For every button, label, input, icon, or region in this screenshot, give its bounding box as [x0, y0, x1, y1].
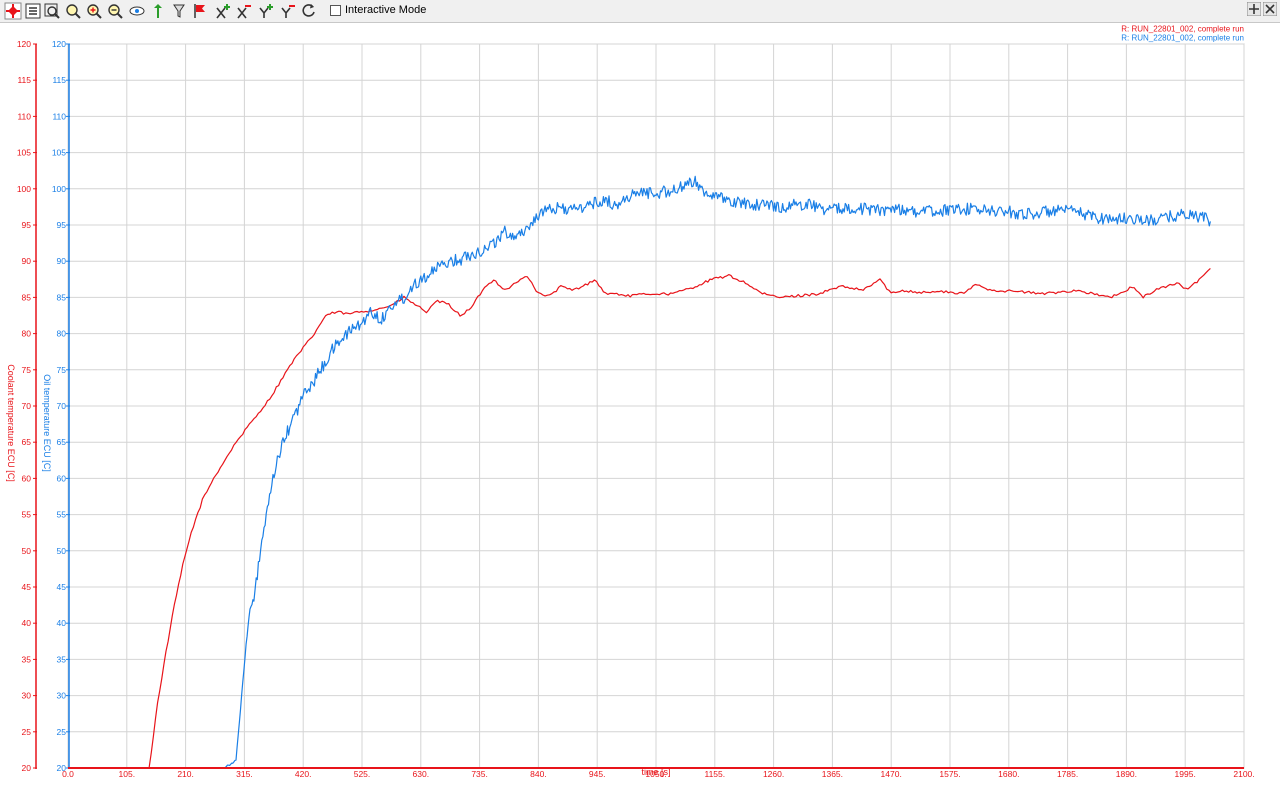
- x-tick-label: 2100.: [1233, 769, 1254, 779]
- y-tick-label-coolant: 90: [22, 256, 32, 266]
- x-axis-title: time [s]: [641, 767, 670, 777]
- y-tick-label-oil: 60: [57, 473, 67, 483]
- y-tick-label-oil: 55: [57, 510, 67, 520]
- y-tick-label-oil: 110: [52, 111, 66, 121]
- y-axis-title-oil: Oil temperature ECU [C]: [42, 374, 52, 472]
- zoom-window-icon[interactable]: [43, 2, 61, 20]
- interactive-mode-label: Interactive Mode: [345, 4, 427, 16]
- y-minus-icon[interactable]: [279, 2, 297, 20]
- x-tick-label: 630.: [413, 769, 430, 779]
- y-tick-label-oil: 120: [52, 39, 66, 49]
- y-tick-label-oil: 80: [57, 329, 67, 339]
- y-tick-label-oil: 95: [57, 220, 67, 230]
- y-tick-label-coolant: 105: [17, 148, 31, 158]
- y-tick-label-coolant: 35: [22, 654, 32, 664]
- pan-y-icon[interactable]: [149, 2, 167, 20]
- x-tick-label: 315.: [236, 769, 253, 779]
- y-tick-label-coolant: 40: [22, 618, 32, 628]
- y-tick-label-coolant: 70: [22, 401, 32, 411]
- y-tick-label-oil: 25: [57, 727, 67, 737]
- x-tick-label: 1890.: [1116, 769, 1137, 779]
- x-tick-label: 1260.: [763, 769, 784, 779]
- y-tick-label-oil: 105: [52, 148, 66, 158]
- x-tick-label: 1365.: [822, 769, 843, 779]
- y-tick-label-oil: 50: [57, 546, 67, 556]
- y-plus-icon[interactable]: [257, 2, 275, 20]
- move-icon[interactable]: [1246, 1, 1262, 17]
- x-tick-label: 735.: [471, 769, 488, 779]
- x-tick-label: 1575.: [939, 769, 960, 779]
- y-tick-label-oil: 115: [52, 75, 66, 85]
- y-tick-label-oil: 85: [57, 292, 67, 302]
- flag-icon[interactable]: [191, 2, 209, 20]
- x-tick-label: 525.: [354, 769, 371, 779]
- y-tick-label-coolant: 120: [17, 39, 31, 49]
- legend-entry-blue: R: RUN_22801_002, complete run: [1121, 34, 1244, 43]
- toolbar: Interactive Mode: [0, 0, 1280, 23]
- y-tick-label-oil: 30: [57, 691, 67, 701]
- zoom-select-icon[interactable]: [64, 2, 82, 20]
- x-tick-label: 1680.: [998, 769, 1019, 779]
- zoom-in-icon[interactable]: [85, 2, 103, 20]
- y-tick-label-oil: 65: [57, 437, 67, 447]
- close-red-icon[interactable]: [4, 2, 22, 20]
- y-tick-label-coolant: 110: [17, 111, 31, 121]
- x-tick-label: 1995.: [1175, 769, 1196, 779]
- y-tick-label-coolant: 85: [22, 292, 32, 302]
- y-tick-label-coolant: 45: [22, 582, 32, 592]
- y-tick-label-oil: 20: [57, 763, 67, 773]
- x-plus-icon[interactable]: [214, 2, 232, 20]
- y-tick-label-coolant: 100: [17, 184, 31, 194]
- x-tick-label: 1155.: [704, 769, 725, 779]
- y-tick-label-coolant: 55: [22, 510, 32, 520]
- y-tick-label-oil: 35: [57, 654, 67, 664]
- y-tick-label-oil: 100: [52, 184, 66, 194]
- y-tick-label-coolant: 65: [22, 437, 32, 447]
- y-tick-label-oil: 90: [57, 256, 67, 266]
- y-tick-label-oil: 40: [57, 618, 67, 628]
- plot-area: [148, 175, 1211, 769]
- x-tick-label: 1470.: [881, 769, 902, 779]
- y-tick-label-oil: 70: [57, 401, 67, 411]
- y-tick-label-coolant: 20: [22, 763, 32, 773]
- x-minus-icon[interactable]: [235, 2, 253, 20]
- series-line-oil: [222, 175, 1211, 769]
- y-tick-label-coolant: 25: [22, 727, 32, 737]
- axes: 0.0 105. 210. 315. 420. 525. 630. 735. 840. 945. 1…: [17, 39, 1255, 779]
- legend-entry-red: R: RUN_22801_002, complete run: [1121, 25, 1244, 34]
- filter-icon[interactable]: [170, 2, 188, 20]
- refresh-icon[interactable]: [300, 2, 318, 20]
- x-tick-label: 945.: [589, 769, 606, 779]
- eye-icon[interactable]: [128, 2, 146, 20]
- interactive-mode-checkbox[interactable]: [330, 5, 341, 16]
- y-tick-label-coolant: 75: [22, 365, 32, 375]
- y-tick-label-oil: 75: [57, 365, 67, 375]
- x-tick-label: 1785.: [1057, 769, 1078, 779]
- y-tick-label-coolant: 115: [17, 75, 31, 85]
- y-tick-label-oil: 45: [57, 582, 67, 592]
- list-icon[interactable]: [24, 2, 42, 20]
- y-axis-title-coolant: Coolant temperature ECU [C]: [6, 364, 16, 482]
- y-tick-label-coolant: 60: [22, 473, 32, 483]
- zoom-out-icon[interactable]: [106, 2, 124, 20]
- x-tick-label: 210.: [177, 769, 194, 779]
- x-tick-label: 420.: [295, 769, 312, 779]
- y-tick-label-coolant: 50: [22, 546, 32, 556]
- y-tick-label-coolant: 80: [22, 329, 32, 339]
- x-tick-label: 105.: [119, 769, 136, 779]
- y-tick-label-coolant: 95: [22, 220, 32, 230]
- x-tick-label: 840.: [530, 769, 547, 779]
- y-tick-label-coolant: 30: [22, 691, 32, 701]
- chart: 0.0 105. 210. 315. 420. 525. 630. 735. 840. 945. 1…: [6, 25, 1255, 779]
- close-icon[interactable]: [1262, 1, 1278, 17]
- series-line-coolant: [148, 267, 1211, 768]
